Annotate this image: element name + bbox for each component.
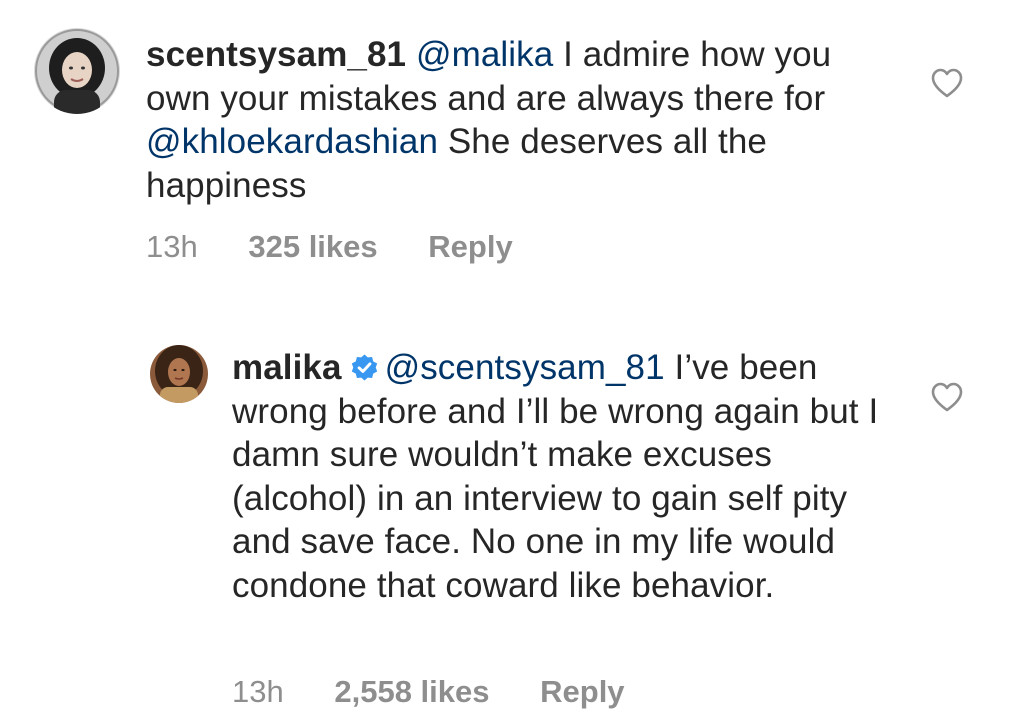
mention-link[interactable]: @malika bbox=[416, 35, 553, 74]
mention-link[interactable]: @scentsysam_81 bbox=[385, 348, 665, 387]
comment-body: malika @scentsysam_81 I’ve been wrong bef… bbox=[232, 346, 892, 607]
avatar[interactable] bbox=[34, 28, 120, 114]
heart-outline-icon bbox=[931, 68, 963, 98]
avatar-image bbox=[34, 28, 120, 114]
like-heart-icon[interactable] bbox=[930, 67, 964, 99]
comment-malika: malika @scentsysam_81 I’ve been wrong bef… bbox=[0, 330, 1024, 722]
comment-meta: 13h 325 likes Reply bbox=[146, 229, 555, 265]
heart-outline-icon bbox=[931, 382, 963, 412]
comment-body: scentsysam_81 @malika I admire how you o… bbox=[146, 33, 886, 207]
avatar-image bbox=[150, 345, 208, 403]
likes-count[interactable]: 2,558 likes bbox=[334, 674, 489, 710]
comment-username[interactable]: malika bbox=[232, 348, 342, 387]
likes-count[interactable]: 325 likes bbox=[248, 229, 377, 265]
comment-timestamp: 13h bbox=[232, 674, 284, 709]
reply-button[interactable]: Reply bbox=[540, 674, 624, 710]
mention-link[interactable]: @khloekardashian bbox=[146, 122, 438, 161]
comment-username[interactable]: scentsysam_81 bbox=[146, 35, 406, 74]
reply-button[interactable]: Reply bbox=[428, 229, 512, 265]
verified-badge-icon bbox=[350, 353, 379, 382]
comment-scentsysam: scentsysam_81 @malika I admire how you o… bbox=[0, 0, 1024, 290]
like-heart-icon[interactable] bbox=[930, 381, 964, 413]
comment-meta: 13h 2,558 likes Reply bbox=[232, 674, 667, 710]
avatar[interactable] bbox=[150, 345, 208, 403]
comment-timestamp: 13h bbox=[146, 229, 198, 264]
